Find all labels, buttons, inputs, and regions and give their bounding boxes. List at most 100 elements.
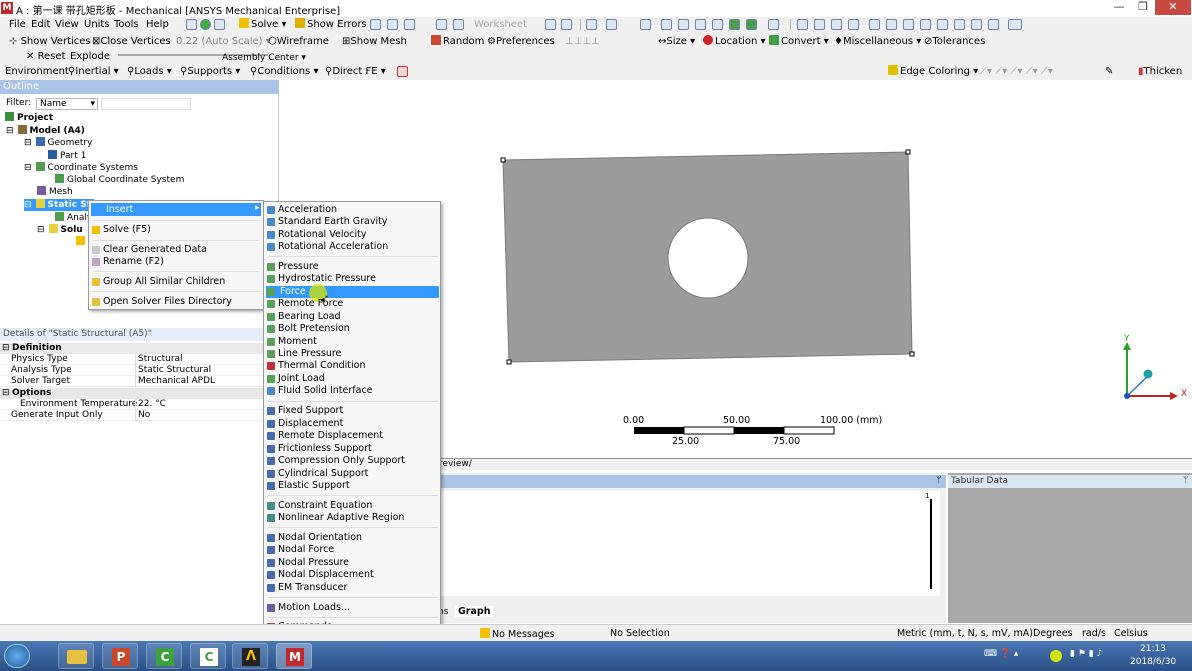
box-zoom-icon[interactable]: [848, 19, 859, 30]
body-select-icon[interactable]: [695, 19, 706, 30]
select-mode-icon[interactable]: [606, 19, 617, 30]
worksheet-icon[interactable]: [397, 66, 408, 77]
rate-units-status[interactable]: rad/s: [1082, 628, 1106, 639]
misc-dropdown[interactable]: ♦Miscellaneous ▾: [834, 35, 921, 48]
edge-select-icon[interactable]: [661, 19, 672, 30]
previous-view-icon[interactable]: [920, 19, 931, 30]
thicken-button[interactable]: ▮Thicken: [1138, 65, 1182, 78]
menu-pressure[interactable]: Pressure: [266, 261, 319, 273]
menu-edit[interactable]: Edit: [31, 18, 50, 31]
maximize-button[interactable]: ❐: [1130, 0, 1156, 15]
tab-print-preview[interactable]: review/: [439, 459, 472, 469]
vertex-select-icon[interactable]: [640, 19, 651, 30]
check-icon[interactable]: [200, 19, 211, 30]
menu-help[interactable]: Help: [146, 18, 169, 31]
menu-moment[interactable]: Moment: [266, 336, 317, 348]
filter-search-input[interactable]: [101, 98, 191, 110]
menu-elastic-support[interactable]: Elastic Support: [266, 480, 350, 492]
convert-dropdown[interactable]: Convert ▾: [769, 35, 829, 48]
menu-rename[interactable]: Rename (F2): [91, 256, 164, 268]
show-errors-button[interactable]: Show Errors: [295, 18, 367, 31]
pan-icon[interactable]: [814, 19, 825, 30]
menu-em-transducer[interactable]: EM Transducer: [266, 582, 347, 594]
tree-part[interactable]: Part 1: [48, 150, 86, 162]
next-view-icon[interactable]: [937, 19, 948, 30]
temperature-units-status[interactable]: Celsius: [1114, 628, 1148, 639]
tree-coordinate-systems[interactable]: ⊟ Coordinate Systems: [24, 162, 138, 174]
thin-icon[interactable]: ✎: [1105, 65, 1113, 78]
solve-button[interactable]: Solve ▾: [239, 18, 287, 31]
menu-bearing-load[interactable]: Bearing Load: [266, 311, 341, 323]
camtasia-recorder-taskbar-icon[interactable]: C: [190, 643, 226, 669]
menu-nonlinear-adaptive-region[interactable]: Nonlinear Adaptive Region: [266, 512, 404, 524]
filter-dropdown[interactable]: Name ▾: [36, 98, 98, 110]
new-icon[interactable]: [186, 19, 197, 30]
supports-dropdown[interactable]: ⚲Supports ▾: [180, 65, 240, 78]
set-view-icon[interactable]: [971, 19, 982, 30]
inertial-dropdown[interactable]: ⚲Inertial ▾: [68, 65, 119, 78]
menu-group-children[interactable]: Group All Similar Children: [91, 276, 225, 288]
layout-icon[interactable]: [1008, 19, 1022, 30]
menu-standard-earth-gravity[interactable]: Standard Earth Gravity: [266, 216, 387, 228]
tree-model[interactable]: ⊟ Model (A4): [6, 125, 85, 137]
menu-line-pressure[interactable]: Line Pressure: [266, 348, 341, 360]
tree-static-structural[interactable]: ⊟ Static St: [24, 199, 95, 211]
viewport-icon[interactable]: [988, 19, 999, 30]
conditions-dropdown[interactable]: ⚲Conditions ▾: [250, 65, 318, 78]
menu-remote-force[interactable]: Remote Force: [266, 298, 343, 310]
pin-icon[interactable]: ᛘ: [936, 476, 941, 486]
tag-icon[interactable]: [561, 19, 572, 30]
menu-nodal-force[interactable]: Nodal Force: [266, 544, 334, 556]
menu-displacement[interactable]: Displacement: [266, 418, 343, 430]
menu-joint-load[interactable]: Joint Load: [266, 373, 325, 385]
menu-bolt-pretension[interactable]: Bolt Pretension: [266, 323, 350, 335]
size-dropdown[interactable]: ↔Size ▾: [658, 35, 695, 48]
tolerances-button[interactable]: ⊘Tolerances: [924, 35, 985, 48]
generate-input-row[interactable]: Generate Input Only No: [0, 410, 264, 421]
tree-geometry[interactable]: ⊟ Geometry: [24, 137, 92, 149]
toolbar-icon-f[interactable]: [545, 19, 556, 30]
menu-cylindrical-support[interactable]: Cylindrical Support: [266, 468, 368, 480]
worksheet-button[interactable]: Worksheet: [474, 18, 527, 31]
menu-rotational-acceleration[interactable]: Rotational Acceleration: [266, 241, 388, 253]
menu-units[interactable]: Units: [84, 18, 110, 31]
toolbar-icon-e[interactable]: [453, 19, 464, 30]
magnify-icon[interactable]: [903, 19, 914, 30]
extend-select-icon[interactable]: [746, 19, 757, 30]
menu-force[interactable]: Force: [266, 286, 439, 298]
edge-coloring-dropdown[interactable]: Edge Coloring ▾: [888, 65, 978, 78]
menu-nodal-orientation[interactable]: Nodal Orientation: [266, 532, 362, 544]
pin-icon[interactable]: ᛘ: [1183, 475, 1188, 488]
physics-type-row[interactable]: Physics Type Structural: [0, 354, 264, 365]
menu-acceleration[interactable]: Acceleration: [266, 204, 337, 216]
loads-dropdown[interactable]: ⚲Loads ▾: [127, 65, 172, 78]
tree-mesh[interactable]: Mesh: [37, 186, 73, 198]
solver-target-row[interactable]: Solver Target Mechanical APDL: [0, 376, 264, 387]
zoom-window-icon[interactable]: [886, 19, 897, 30]
menu-clear-data[interactable]: Clear Generated Data: [91, 244, 207, 256]
menu-view[interactable]: View: [55, 18, 79, 31]
minimize-button[interactable]: —: [1106, 0, 1132, 15]
preferences-button[interactable]: ⚙Preferences: [487, 35, 555, 48]
toolbar-icon-a[interactable]: [370, 19, 381, 30]
tree-project[interactable]: Project: [5, 112, 53, 124]
angle-units-status[interactable]: Degrees: [1033, 628, 1073, 639]
zoom-icon[interactable]: [831, 19, 842, 30]
powerpoint-taskbar-icon[interactable]: P: [102, 643, 138, 669]
camtasia-taskbar-icon[interactable]: C: [146, 643, 182, 669]
random-colors-button[interactable]: Random: [431, 35, 484, 48]
tray-status-icons[interactable]: ▮ ⚑ ▮ ♪: [1070, 649, 1102, 659]
menu-thermal-condition[interactable]: Thermal Condition: [266, 360, 365, 372]
messages-status[interactable]: No Messages: [480, 628, 555, 640]
tray-app-icon[interactable]: [1050, 650, 1062, 662]
options-section[interactable]: ⊟ Options: [0, 388, 264, 399]
menu-constraint-equation[interactable]: Constraint Equation: [266, 500, 372, 512]
toolbar-icon-c[interactable]: [404, 19, 415, 30]
direct-fe-dropdown[interactable]: ⚲Direct FE ▾: [325, 65, 386, 78]
isometric-icon[interactable]: [954, 19, 965, 30]
edge-options[interactable]: ⊥⊥⊥⊥: [565, 35, 600, 48]
analysis-type-row[interactable]: Analysis Type Static Structural: [0, 365, 264, 376]
menu-compression-only-support[interactable]: Compression Only Support: [266, 455, 405, 467]
explorer-taskbar-icon[interactable]: [58, 643, 94, 669]
scale-dropdown[interactable]: 0.22 (Auto Scale) ▾: [176, 35, 271, 48]
